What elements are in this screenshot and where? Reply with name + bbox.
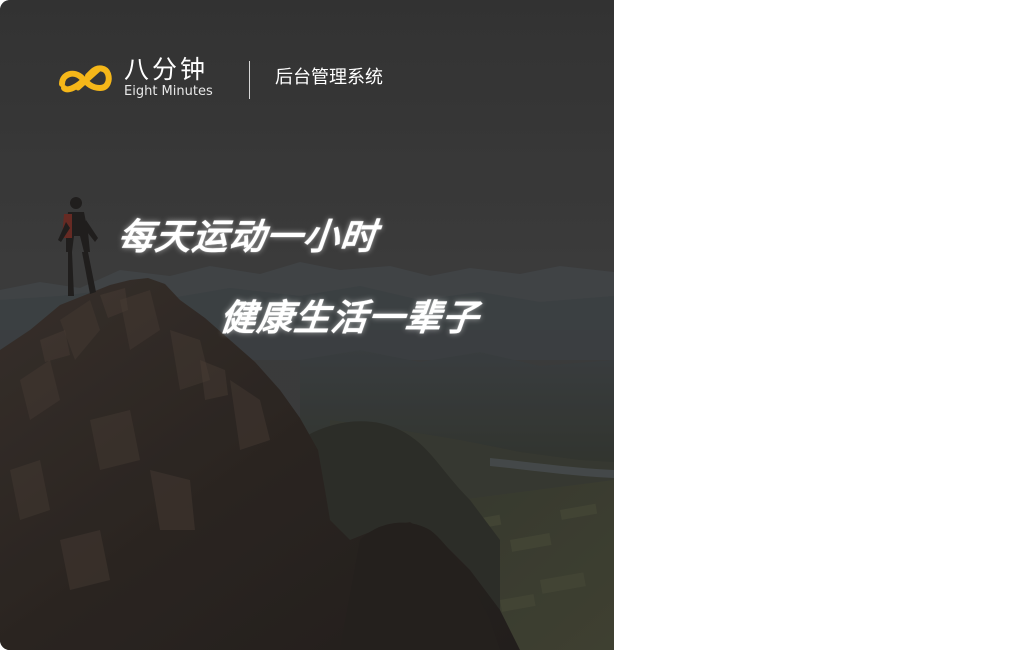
brand-name-en: Eight Minutes: [124, 84, 213, 99]
brand: 八分钟 Eight Minutes: [58, 56, 213, 100]
slogan-line-1: 每天运动一小时: [115, 217, 380, 258]
brand-divider: [249, 61, 250, 99]
infinity-logo-icon: [59, 65, 112, 93]
login-window: 八分钟 Eight Minutes 后台管理系统 每天运动一小时 健康生活一辈子: [0, 0, 1024, 650]
system-title: 后台管理系统: [275, 67, 383, 88]
brand-text: 八分钟 Eight Minutes: [124, 55, 213, 100]
login-panel: [614, 0, 1024, 650]
brand-name: 八分钟: [124, 55, 209, 84]
slogan-line-2: 健康生活一辈子: [217, 298, 482, 339]
hero-panel: 八分钟 Eight Minutes 后台管理系统 每天运动一小时 健康生活一辈子: [0, 0, 614, 650]
